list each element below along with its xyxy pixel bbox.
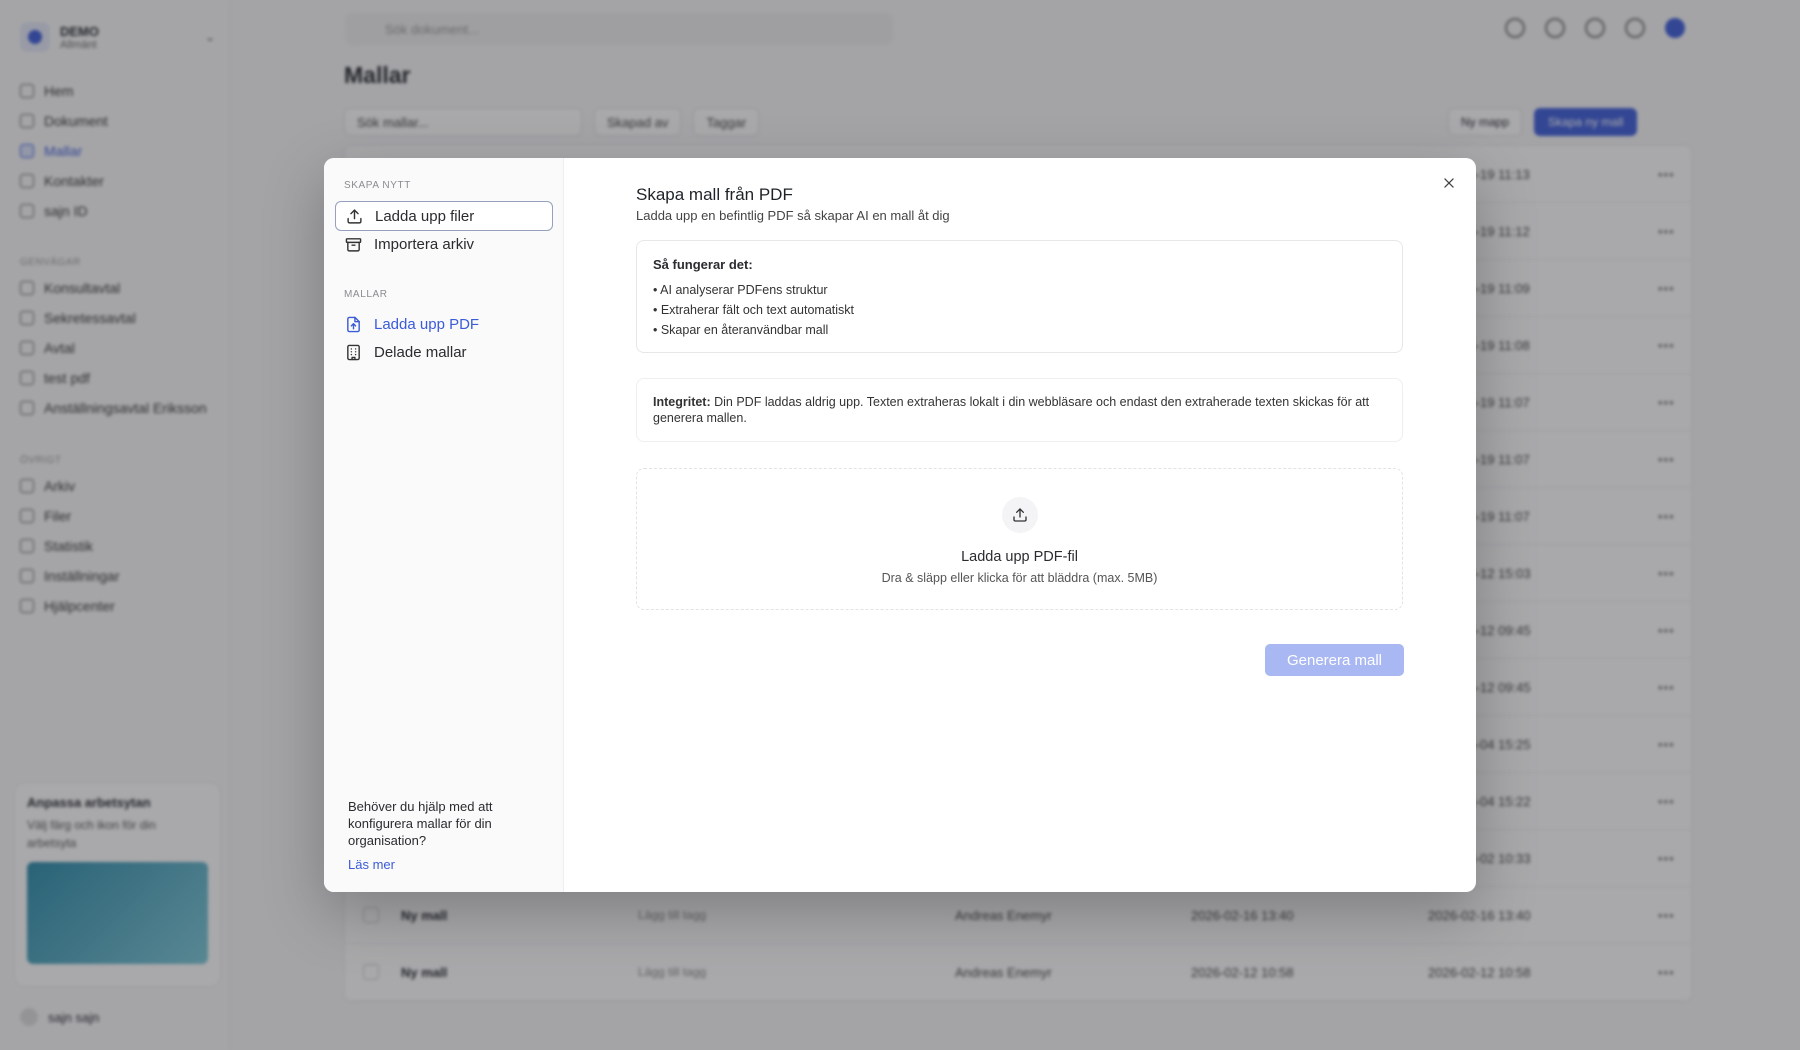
- dialog-subtitle: Ladda upp en befintlig PDF så skapar AI …: [636, 208, 950, 223]
- dialog-sidebar: SKAPA NYTT Ladda upp filer Importera ark…: [324, 158, 564, 892]
- upload-icon: [1013, 508, 1027, 522]
- upload-circle: [1002, 497, 1038, 533]
- dialog-title: Skapa mall från PDF: [636, 185, 793, 204]
- option-label: Ladda upp PDF: [374, 315, 480, 333]
- option-label: Delade mallar: [374, 343, 467, 361]
- dropzone-hint: Dra & släpp eller klicka för att bläddra…: [881, 571, 1158, 585]
- how-it-works-item: • AI analyserar PDFens struktur: [653, 283, 828, 297]
- file-upload-icon: [347, 316, 360, 332]
- section-heading-create: SKAPA NYTT: [344, 180, 411, 191]
- archive-icon: [345, 237, 362, 252]
- privacy-text: Din PDF laddas aldrig upp. Texten extrah…: [653, 395, 1370, 425]
- close-icon: [1444, 178, 1454, 188]
- read-more-link[interactable]: Läs mer: [348, 856, 538, 873]
- pdf-dropzone[interactable]: Ladda upp PDF-fil Dra & släpp eller klic…: [636, 468, 1403, 610]
- close-button[interactable]: [1438, 172, 1460, 194]
- building-icon: [347, 344, 360, 360]
- dialog-content: Skapa mall från PDF Ladda upp en befintl…: [564, 158, 1476, 892]
- create-template-dialog: SKAPA NYTT Ladda upp filer Importera ark…: [324, 158, 1476, 892]
- shared-templates-option[interactable]: Delade mallar: [335, 337, 553, 367]
- dropzone-title: Ladda upp PDF-fil: [961, 549, 1078, 565]
- option-label: Ladda upp filer: [375, 207, 475, 225]
- help-box: Behöver du hjälp med att konfigurera mal…: [348, 798, 538, 873]
- how-it-works-item: • Skapar en återanvändbar mall: [653, 323, 829, 337]
- how-it-works-heading: Så fungerar det:: [653, 257, 753, 272]
- help-text: Behöver du hjälp med att konfigurera mal…: [348, 799, 493, 848]
- import-archive-option[interactable]: Importera arkiv: [335, 229, 553, 259]
- option-label: Importera arkiv: [374, 235, 475, 253]
- privacy-label: Integritet:: [653, 395, 711, 409]
- upload-icon: [347, 208, 362, 224]
- privacy-notice: Integritet: Din PDF laddas aldrig upp. T…: [636, 378, 1403, 442]
- generate-template-button[interactable]: Generera mall: [1265, 644, 1404, 676]
- upload-files-option[interactable]: Ladda upp filer: [335, 201, 553, 231]
- how-it-works-box: Så fungerar det: • AI analyserar PDFens …: [636, 240, 1403, 353]
- upload-pdf-option[interactable]: Ladda upp PDF: [335, 309, 553, 339]
- section-heading-templates: MALLAR: [344, 289, 388, 300]
- how-it-works-item: • Extraherar fält och text automatiskt: [653, 303, 854, 317]
